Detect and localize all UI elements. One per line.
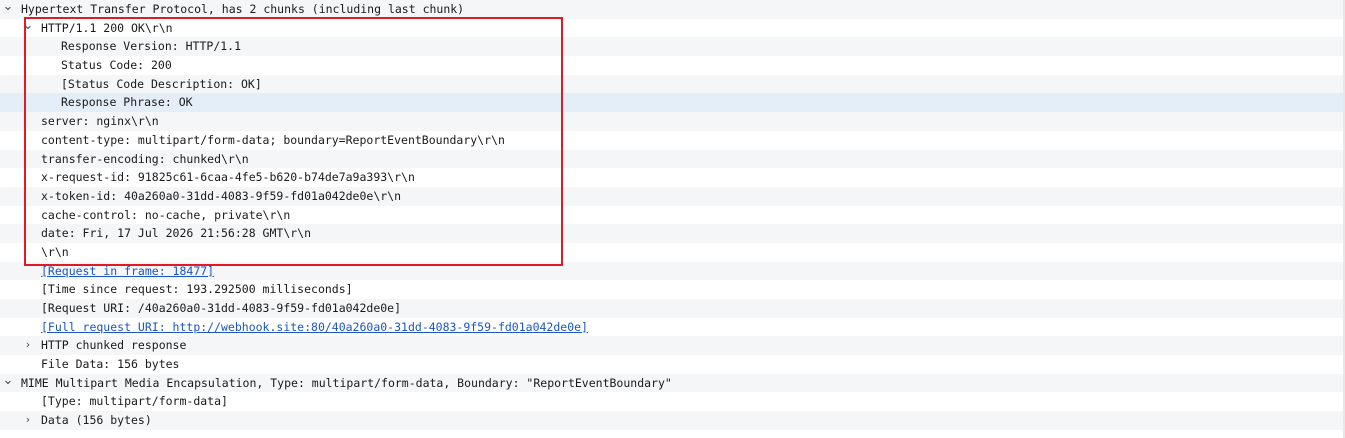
tree-row[interactable]: \r\n bbox=[0, 243, 1345, 262]
tree-label: \r\n bbox=[41, 244, 69, 259]
tree-row[interactable]: [Status Code Description: OK] bbox=[0, 74, 1345, 94]
tree-label: [Request URI: /40a260a0-31dd-4083-9f59-f… bbox=[41, 301, 402, 315]
tree-row[interactable]: transfer-encoding: chunked\r\n bbox=[0, 149, 1345, 169]
tree-row[interactable]: x-request-id: 91825c61-6caa-4fe5-b620-b7… bbox=[0, 168, 1345, 187]
tree-row[interactable]: Response Version: HTTP/1.1 bbox=[0, 37, 1345, 57]
tree-row[interactable]: Response Phrase: OK bbox=[0, 93, 1345, 113]
tree-row[interactable]: ⌄ HTTP/1.1 200 OK\r\n bbox=[0, 19, 1345, 38]
tree-row[interactable]: [Time since request: 193.292500 millisec… bbox=[0, 280, 1345, 299]
tree-row[interactable]: content-type: multipart/form-data; bound… bbox=[0, 131, 1345, 150]
expanded-chevron-icon[interactable]: ⌄ bbox=[2, 374, 14, 393]
tree-label: HTTP/1.1 200 OK\r\n bbox=[41, 20, 173, 35]
tree-label: Response Version: HTTP/1.1 bbox=[61, 39, 242, 54]
tree-row[interactable]: server: nginx\r\n bbox=[0, 112, 1345, 131]
expanded-chevron-icon[interactable]: ⌄ bbox=[22, 19, 34, 38]
tree-row[interactable]: [Request URI: /40a260a0-31dd-4083-9f59-f… bbox=[0, 299, 1345, 318]
tree-label: server: nginx\r\n bbox=[41, 114, 159, 129]
tree-label: date: Fri, 17 Jul 2026 21:56:28 GMT\r\n bbox=[41, 226, 312, 241]
tree-row[interactable]: x-token-id: 40a260a0-31dd-4083-9f59-fd01… bbox=[0, 186, 1345, 206]
packet-details-tree: ⌄ Hypertext Transfer Protocol, has 2 chun… bbox=[0, 0, 1345, 430]
tree-row[interactable]: [Request in frame: 18477] bbox=[0, 261, 1345, 281]
tree-label: Data (156 bytes) bbox=[41, 413, 152, 428]
tree-row[interactable]: › HTTP chunked response bbox=[0, 336, 1345, 356]
expanded-chevron-icon[interactable]: ⌄ bbox=[2, 0, 14, 19]
tree-label: Status Code: 200 bbox=[61, 58, 172, 73]
tree-label: transfer-encoding: chunked\r\n bbox=[41, 151, 249, 166]
tree-row[interactable]: ⌄ Hypertext Transfer Protocol, has 2 chun… bbox=[0, 0, 1345, 19]
tree-label: MIME Multipart Media Encapsulation, Type… bbox=[21, 375, 672, 390]
tree-label: File Data: 156 bytes bbox=[41, 357, 180, 372]
tree-row[interactable]: ⌄ MIME Multipart Media Encapsulation, Typ… bbox=[0, 373, 1345, 393]
tree-label: [Status Code Description: OK] bbox=[61, 76, 262, 91]
tree-row[interactable]: [Full request URI: http://webhook.site:8… bbox=[0, 318, 1345, 337]
tree-label: x-token-id: 40a260a0-31dd-4083-9f59-fd01… bbox=[41, 188, 402, 203]
tree-row[interactable]: Status Code: 200 bbox=[0, 56, 1345, 75]
tree-row[interactable]: date: Fri, 17 Jul 2026 21:56:28 GMT\r\n bbox=[0, 224, 1345, 243]
tree-row[interactable]: cache-control: no-cache, private\r\n bbox=[0, 206, 1345, 225]
tree-label: [Time since request: 193.292500 millisec… bbox=[41, 282, 353, 297]
collapsed-chevron-icon[interactable]: › bbox=[22, 411, 34, 430]
tree-label: content-type: multipart/form-data; bound… bbox=[41, 132, 505, 147]
tree-label: Hypertext Transfer Protocol, has 2 chunk… bbox=[21, 2, 465, 16]
tree-label: Response Phrase: OK bbox=[61, 95, 193, 110]
tree-row[interactable]: › Data (156 bytes) bbox=[0, 411, 1345, 430]
tree-row[interactable]: File Data: 156 bytes bbox=[0, 355, 1345, 374]
tree-label: cache-control: no-cache, private\r\n bbox=[41, 207, 291, 222]
tree-link[interactable]: [Request in frame: 18477] bbox=[41, 262, 214, 281]
tree-row[interactable]: [Type: multipart/form-data] bbox=[0, 392, 1345, 411]
tree-label: [Type: multipart/form-data] bbox=[41, 394, 228, 409]
collapsed-chevron-icon[interactable]: › bbox=[22, 336, 34, 355]
tree-link[interactable]: [Full request URI: http://webhook.site:8… bbox=[41, 318, 588, 337]
tree-label: x-request-id: 91825c61-6caa-4fe5-b620-b7… bbox=[41, 170, 415, 185]
tree-label: HTTP chunked response bbox=[41, 338, 187, 353]
